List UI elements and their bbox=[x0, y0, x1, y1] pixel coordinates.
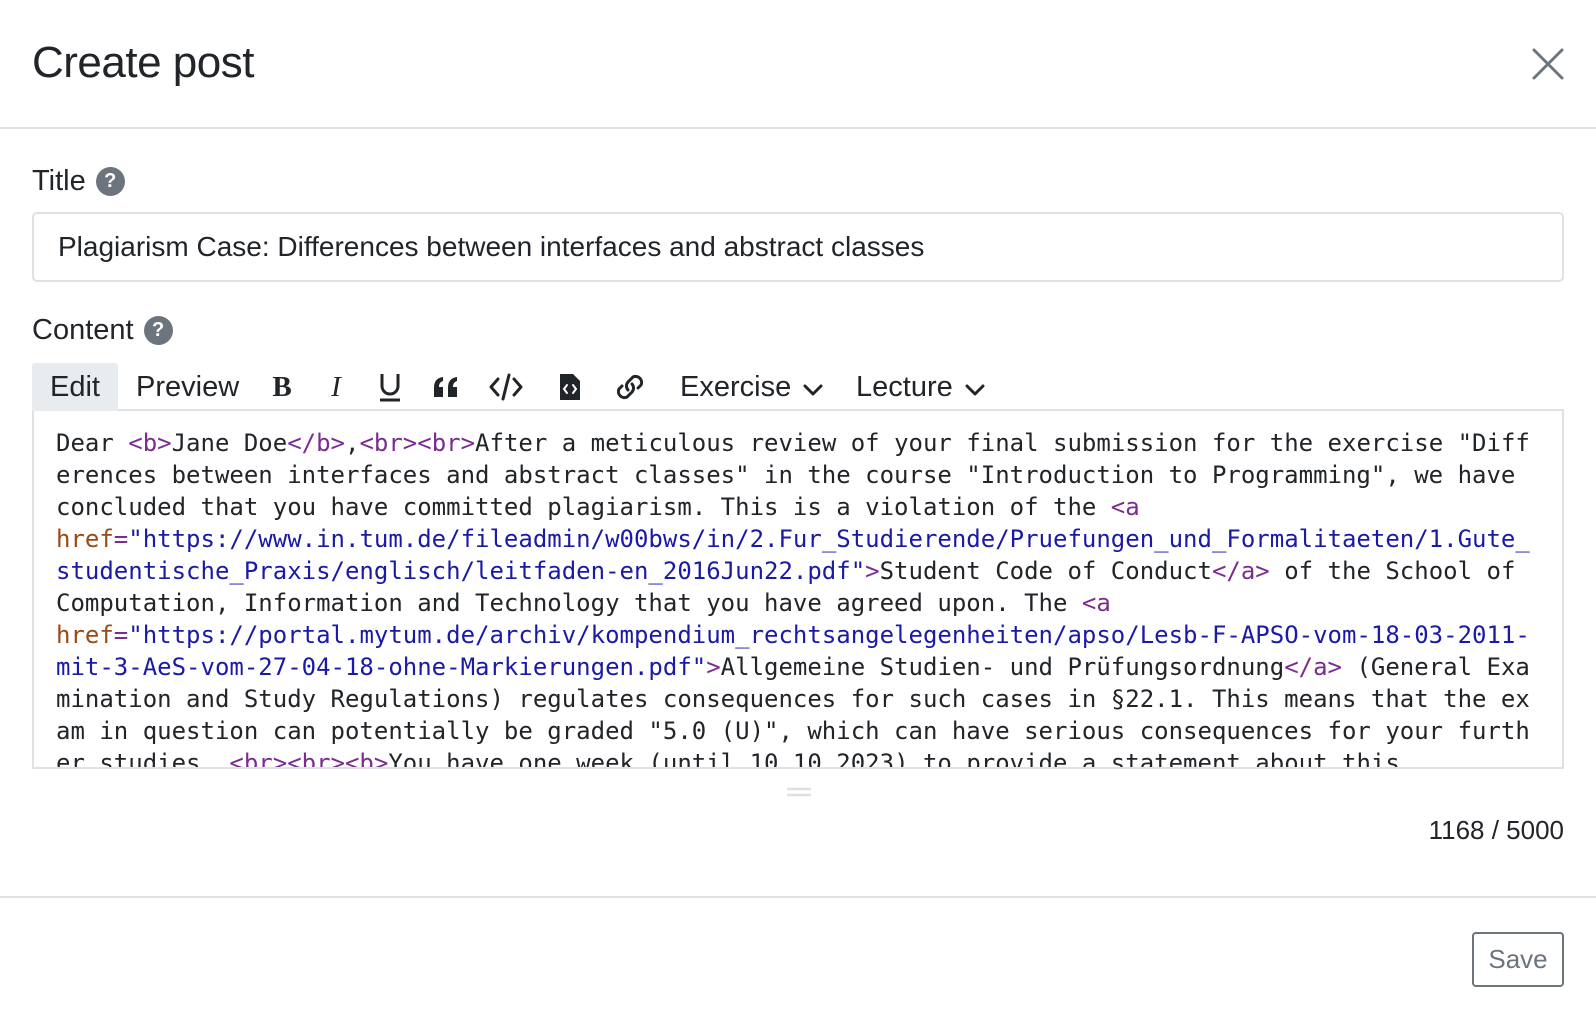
exercise-dropdown-label: Exercise bbox=[680, 371, 792, 403]
lecture-dropdown[interactable]: Lecture bbox=[856, 363, 985, 411]
code-token: href bbox=[56, 621, 114, 649]
code-block-icon[interactable] bbox=[552, 369, 588, 405]
editor-toolbar: Edit Preview B I Exercise Lecture bbox=[32, 363, 1564, 411]
code-icon[interactable] bbox=[488, 369, 524, 405]
code-token: href bbox=[56, 525, 114, 553]
resize-handle[interactable] bbox=[786, 785, 812, 797]
code-token: <a bbox=[1081, 589, 1111, 617]
code-token: > bbox=[865, 557, 880, 585]
text-segment: Dear bbox=[56, 429, 129, 457]
tab-preview[interactable]: Preview bbox=[136, 363, 239, 411]
code-token: <b> bbox=[344, 749, 389, 769]
text-segment: You have one week (until 10.10.2023) to … bbox=[388, 749, 1400, 769]
underline-icon[interactable] bbox=[372, 369, 408, 405]
code-token: = bbox=[113, 525, 129, 553]
italic-icon[interactable]: I bbox=[318, 369, 354, 405]
code-token: > bbox=[706, 653, 721, 681]
bold-icon[interactable]: B bbox=[264, 369, 300, 405]
code-token: </a> bbox=[1211, 557, 1270, 585]
code-token: <br><br> bbox=[359, 429, 476, 457]
save-button[interactable]: Save bbox=[1472, 932, 1564, 987]
content-editor[interactable]: Dear <b>Jane Doe</b>,<br><br>After a met… bbox=[32, 411, 1564, 769]
text-segment: Allgemeine Studien- und Prüfungsordnung bbox=[720, 653, 1285, 681]
character-counter: 1168 / 5000 bbox=[1428, 815, 1564, 845]
title-input[interactable] bbox=[32, 212, 1564, 282]
lecture-dropdown-label: Lecture bbox=[856, 371, 953, 403]
code-token: </b> bbox=[287, 429, 345, 457]
content-label: Content ? bbox=[32, 314, 173, 347]
content-text[interactable]: Dear <b>Jane Doe</b>,<br><br>After a met… bbox=[34, 411, 1562, 769]
content-label-text: Content bbox=[32, 314, 134, 346]
code-token: <br><br> bbox=[229, 749, 345, 769]
help-icon[interactable]: ? bbox=[95, 167, 125, 196]
text-segment: , bbox=[345, 429, 360, 457]
close-icon[interactable] bbox=[1530, 46, 1566, 82]
title-label: Title ? bbox=[32, 165, 125, 198]
code-token: </a> bbox=[1284, 653, 1342, 681]
modal-title: Create post bbox=[32, 38, 254, 87]
tab-edit[interactable]: Edit bbox=[32, 363, 118, 411]
text-segment: Jane Doe bbox=[171, 429, 288, 457]
modal-header: Create post bbox=[0, 0, 1596, 129]
code-token: <b> bbox=[128, 429, 172, 457]
help-icon[interactable]: ? bbox=[143, 316, 173, 345]
text-segment: Student Code of Conduct bbox=[879, 557, 1212, 585]
exercise-dropdown[interactable]: Exercise bbox=[680, 363, 823, 411]
code-token: = bbox=[113, 621, 129, 649]
link-icon[interactable] bbox=[612, 369, 648, 405]
modal-footer bbox=[0, 896, 1596, 1016]
quote-icon[interactable] bbox=[428, 369, 464, 405]
chevron-down-icon bbox=[965, 384, 985, 396]
code-token: <a bbox=[1110, 493, 1140, 521]
title-label-text: Title bbox=[32, 165, 86, 197]
chevron-down-icon bbox=[803, 384, 823, 396]
